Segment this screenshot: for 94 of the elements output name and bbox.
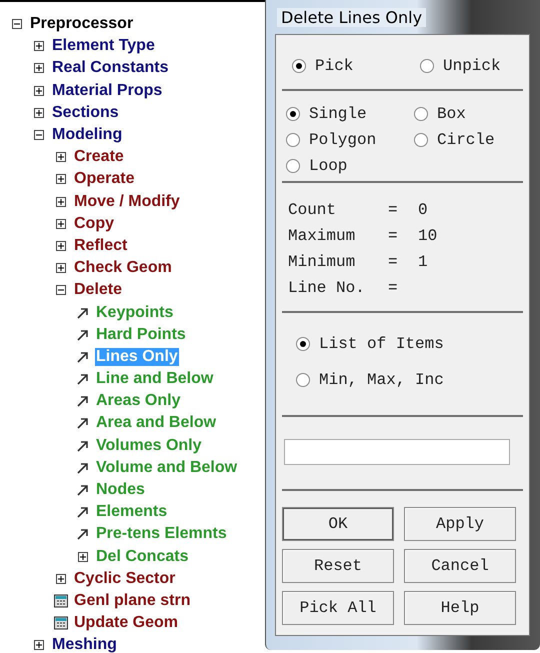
readout-value: 10 bbox=[418, 227, 438, 245]
radio-button[interactable] bbox=[420, 59, 434, 73]
tree-item[interactable]: Sections bbox=[51, 104, 120, 122]
tree-item[interactable]: Reflect bbox=[73, 236, 128, 255]
radio-label: Polygon bbox=[309, 131, 376, 149]
expand-icon[interactable] bbox=[78, 552, 88, 562]
arrow-icon bbox=[76, 306, 90, 320]
readout-label: Line No. bbox=[288, 279, 366, 297]
tree-item[interactable]: Update Geom bbox=[73, 614, 180, 632]
radio-button[interactable] bbox=[286, 107, 300, 121]
tree-item[interactable]: Material Props bbox=[51, 82, 164, 100]
arrow-icon bbox=[76, 438, 90, 453]
arrow-icon bbox=[76, 527, 90, 542]
input-field[interactable] bbox=[284, 439, 510, 465]
tree-item[interactable]: Delete bbox=[73, 281, 124, 300]
arrow-icon bbox=[76, 372, 90, 386]
tree-item[interactable]: Elements bbox=[95, 503, 168, 522]
tree-item[interactable]: Cyclic Sector bbox=[73, 570, 176, 588]
expand-icon[interactable] bbox=[34, 41, 44, 52]
calculator-icon bbox=[54, 616, 68, 630]
tree-item[interactable]: Create bbox=[73, 148, 125, 166]
dialog-button[interactable]: Cancel bbox=[404, 549, 516, 583]
expand-icon[interactable] bbox=[56, 196, 66, 207]
expand-icon[interactable] bbox=[34, 640, 44, 650]
tree-item[interactable]: Volume and Below bbox=[95, 458, 238, 477]
expand-icon[interactable] bbox=[56, 263, 66, 274]
tree-item[interactable]: Copy bbox=[73, 214, 115, 233]
tree-item[interactable]: Preprocessor bbox=[29, 15, 134, 34]
radio-button[interactable] bbox=[292, 59, 306, 73]
equals-sign: = bbox=[388, 253, 399, 271]
arrow-icon bbox=[76, 394, 90, 408]
expand-icon[interactable] bbox=[56, 174, 66, 184]
arrow-icon bbox=[76, 328, 90, 342]
readout-value: 1 bbox=[418, 253, 429, 271]
expand-icon[interactable] bbox=[56, 574, 66, 584]
radio-label: Min, Max, Inc bbox=[319, 371, 444, 389]
expand-icon[interactable] bbox=[34, 108, 44, 118]
radio-label: Box bbox=[437, 105, 466, 123]
radio-button[interactable] bbox=[286, 159, 300, 173]
tree-item[interactable]: Check Geom bbox=[73, 259, 173, 278]
tree-item[interactable]: Real Constants bbox=[51, 59, 170, 78]
tree-item[interactable]: Del Concats bbox=[95, 548, 190, 566]
equals-sign: = bbox=[388, 201, 399, 219]
expand-icon[interactable] bbox=[56, 218, 66, 229]
tree-item[interactable]: Operate bbox=[73, 170, 136, 188]
expand-icon[interactable] bbox=[34, 86, 44, 96]
collapse-icon[interactable] bbox=[56, 285, 66, 296]
tree-item[interactable]: Area and Below bbox=[95, 414, 218, 432]
radio-button[interactable] bbox=[414, 107, 428, 121]
arrow-icon bbox=[76, 505, 90, 520]
readout-value: 0 bbox=[418, 201, 429, 219]
equals-sign: = bbox=[388, 227, 399, 245]
tree-item[interactable]: Keypoints bbox=[95, 304, 174, 322]
tree-item[interactable]: Element Type bbox=[51, 37, 156, 56]
calculator-icon bbox=[54, 594, 68, 608]
tree-item[interactable]: Pre-tens Elemnts bbox=[95, 525, 228, 544]
tree-item[interactable]: Hard Points bbox=[95, 326, 187, 344]
dialog-button[interactable]: Pick All bbox=[282, 591, 394, 625]
arrow-icon bbox=[76, 483, 90, 498]
arrow-icon bbox=[76, 460, 90, 475]
radio-label: List of Items bbox=[319, 335, 444, 353]
readout-label: Count bbox=[288, 201, 338, 219]
readout-label: Minimum bbox=[288, 253, 356, 271]
radio-button[interactable] bbox=[296, 337, 310, 351]
tree-item[interactable]: Modeling bbox=[51, 126, 124, 144]
expand-icon[interactable] bbox=[56, 240, 66, 251]
dialog-button[interactable]: Reset bbox=[282, 549, 394, 583]
tree-item[interactable]: Line and Below bbox=[95, 370, 214, 388]
arrow-icon bbox=[76, 350, 90, 364]
radio-label: Unpick bbox=[443, 57, 501, 75]
dialog-button[interactable]: Apply bbox=[404, 507, 516, 541]
radio-button[interactable] bbox=[296, 373, 310, 387]
radio-label: Pick bbox=[315, 57, 354, 75]
collapse-icon[interactable] bbox=[12, 19, 22, 30]
arrow-icon bbox=[76, 416, 90, 430]
tree-item[interactable]: Meshing bbox=[51, 636, 118, 653]
tree-item[interactable]: Areas Only bbox=[95, 392, 182, 410]
dialog-button[interactable]: Help bbox=[404, 591, 516, 625]
tree-item[interactable]: Move / Modify bbox=[73, 192, 181, 211]
radio-button[interactable] bbox=[414, 133, 428, 147]
radio-label: Single bbox=[309, 105, 367, 123]
expand-icon[interactable] bbox=[56, 152, 66, 162]
radio-button[interactable] bbox=[286, 133, 300, 147]
radio-label: Circle bbox=[437, 131, 495, 149]
tree-item[interactable]: Nodes bbox=[95, 481, 146, 500]
tree-item[interactable]: Volumes Only bbox=[95, 436, 203, 455]
dialog-title: Delete Lines Only bbox=[277, 8, 426, 26]
radio-label: Loop bbox=[309, 157, 348, 175]
dialog-button[interactable]: OK bbox=[282, 507, 394, 541]
expand-icon[interactable] bbox=[34, 63, 44, 74]
readout-label: Maximum bbox=[288, 227, 356, 245]
equals-sign: = bbox=[388, 279, 399, 297]
collapse-icon[interactable] bbox=[34, 130, 44, 140]
tree-item[interactable]: Genl plane strn bbox=[73, 592, 192, 610]
